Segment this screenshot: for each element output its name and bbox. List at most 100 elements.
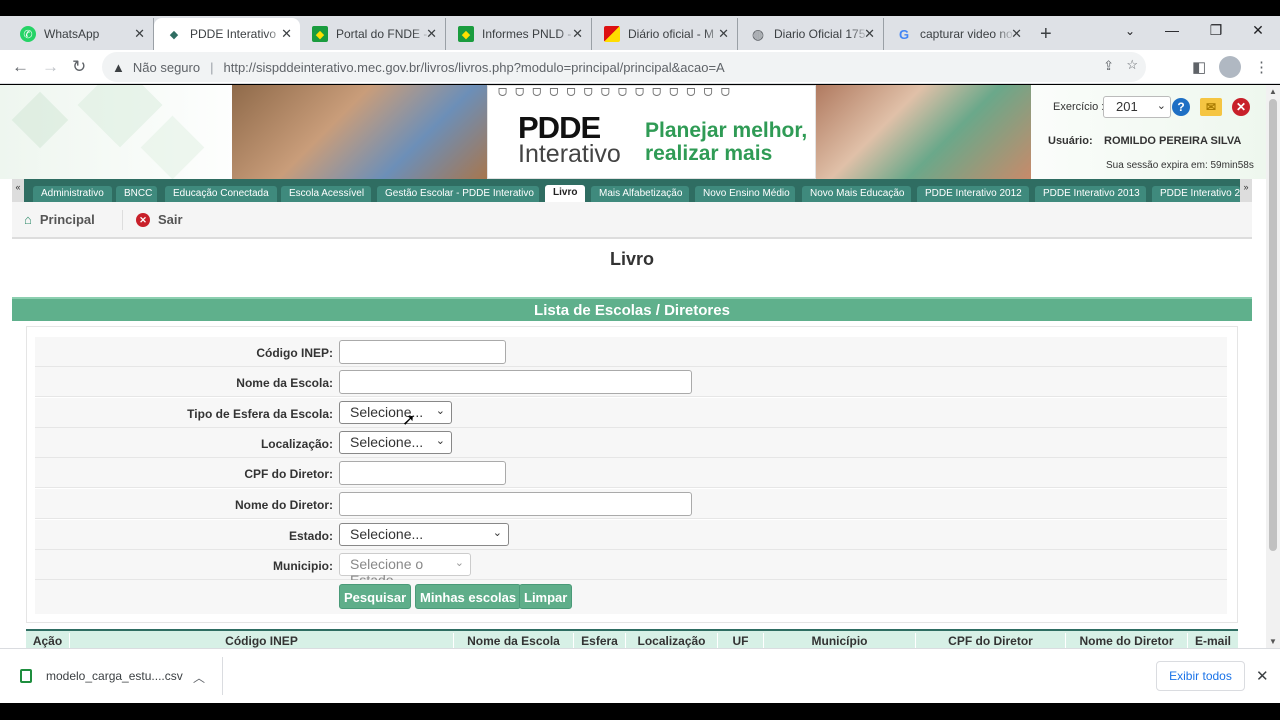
pesquisar-button[interactable]: Pesquisar: [339, 584, 412, 609]
menu-item-educacao-conectada[interactable]: Educação Conectada: [165, 186, 277, 202]
window-close-icon[interactable]: ✕: [1236, 22, 1280, 39]
exercicio-label: Exercício :: [1053, 101, 1105, 113]
column-header[interactable]: Esfera: [574, 633, 626, 648]
brazil-flag-icon: ◆: [312, 26, 328, 42]
principal-button[interactable]: ⌂ Principal: [24, 212, 95, 227]
column-header[interactable]: E-mail: [1188, 633, 1238, 648]
tab-google-search[interactable]: G capturar video no ✕: [884, 18, 1030, 50]
help-icon[interactable]: ?: [1172, 98, 1190, 116]
warning-icon[interactable]: ▲: [112, 60, 125, 75]
column-header[interactable]: UF: [718, 633, 764, 648]
mail-icon[interactable]: ✉: [1200, 98, 1222, 116]
restore-icon[interactable]: ❐: [1194, 22, 1238, 39]
form-row-localizacao: Localização: Selecione... ⌄: [35, 428, 1227, 458]
menu-item-bncc[interactable]: BNCC: [116, 186, 157, 202]
url-text[interactable]: http://sispddeinterativo.mec.gov.br/livr…: [223, 60, 724, 75]
url-field[interactable]: ▲ Não seguro | http://sispddeinterativo.…: [102, 52, 1146, 82]
bookmark-star-icon[interactable]: ☆: [1126, 57, 1138, 73]
tipo-esfera-label: Tipo de Esfera da Escola:: [187, 407, 333, 421]
forward-icon[interactable]: →: [42, 57, 59, 77]
address-bar-row: ← → ↻ ▲ Não seguro | http://sispddeinter…: [0, 50, 1280, 84]
menu-item-pdde-2[interactable]: PDDE Interativo 2: [1152, 186, 1240, 202]
tab-portal-fnde[interactable]: ◆ Portal do FNDE - ✕: [300, 18, 446, 50]
sair-button[interactable]: ✕ Sair: [136, 212, 183, 227]
scrollbar-thumb[interactable]: [1269, 99, 1277, 551]
close-tab-icon[interactable]: ✕: [281, 26, 292, 42]
usuario-label: Usuário:: [1048, 135, 1093, 147]
new-tab-icon[interactable]: +: [1040, 23, 1052, 46]
divider: |: [210, 59, 214, 75]
tab-diario-oficial[interactable]: Diário oficial - M ✕: [592, 18, 738, 50]
menu-item-pdde-2012[interactable]: PDDE Interativo 2012: [917, 186, 1029, 202]
localizacao-select[interactable]: Selecione... ⌄: [339, 431, 452, 454]
close-tab-icon[interactable]: ✕: [718, 26, 729, 42]
menu-scroll-left-icon[interactable]: «: [12, 179, 24, 202]
exercicio-select[interactable]: 201 ⌄: [1103, 96, 1171, 118]
brazil-flag-icon: ◆: [458, 26, 474, 42]
security-label[interactable]: Não seguro: [133, 60, 200, 75]
menu-item-administrativo[interactable]: Administrativo: [33, 186, 112, 202]
menu-item-pdde-2013[interactable]: PDDE Interativo 2013: [1035, 186, 1146, 202]
codigo-inep-label: Código INEP:: [256, 346, 333, 360]
download-item[interactable]: modelo_carga_estu....csv: [20, 669, 183, 683]
share-icon[interactable]: ⇪: [1103, 58, 1114, 74]
close-tab-icon[interactable]: ✕: [1011, 26, 1022, 42]
menu-item-gestao-escolar[interactable]: Gestão Escolar - PDDE Interativo: [377, 186, 539, 202]
scroll-up-icon[interactable]: ▲: [1269, 87, 1277, 96]
page-scrollbar[interactable]: ▲ ▼: [1266, 85, 1280, 648]
minimize-icon[interactable]: —: [1150, 22, 1194, 38]
sair-label: Sair: [158, 212, 183, 227]
limpar-button[interactable]: Limpar: [519, 584, 573, 609]
decor-shape: [11, 91, 69, 149]
tab-informes-pnld[interactable]: ◆ Informes PNLD - ✕: [446, 18, 592, 50]
nome-diretor-input[interactable]: [339, 492, 692, 516]
menu-item-mais-alfabetizacao[interactable]: Mais Alfabetização: [591, 186, 689, 202]
scroll-down-icon[interactable]: ▼: [1269, 637, 1277, 646]
form-row-tipo-esfera: Tipo de Esfera da Escola: Selecione... ⌄: [35, 398, 1227, 428]
close-tab-icon[interactable]: ✕: [572, 26, 583, 42]
chevron-down-icon: ⌄: [1156, 100, 1166, 112]
nome-escola-input[interactable]: [339, 370, 692, 394]
column-header[interactable]: CPF do Diretor: [916, 633, 1066, 648]
estado-select[interactable]: Selecione... ⌄: [339, 523, 509, 546]
tab-whatsapp[interactable]: ✆ WhatsApp ✕: [8, 18, 154, 50]
municipio-select[interactable]: Selecione o Estado⌄: [339, 553, 471, 588]
back-icon[interactable]: ←: [12, 57, 29, 77]
chevron-down-icon: ⌄: [454, 557, 464, 569]
close-shelf-icon[interactable]: ✕: [1256, 667, 1269, 685]
tipo-esfera-select[interactable]: Selecione... ⌄: [339, 401, 452, 424]
menu-scroll-right-icon[interactable]: »: [1240, 179, 1252, 202]
codigo-inep-input[interactable]: [339, 340, 506, 364]
menu-item-novo-ensino-medio[interactable]: Novo Ensino Médio: [695, 186, 795, 202]
column-header[interactable]: Município: [764, 633, 916, 648]
chevron-up-icon[interactable]: ︿: [193, 669, 205, 686]
chevron-down-icon: ⌄: [435, 405, 445, 417]
logo-subtext: Interativo: [518, 140, 621, 168]
tab-search-chevron-icon[interactable]: ⌄: [1108, 24, 1152, 38]
more-menu-icon[interactable]: ⋮: [1254, 58, 1269, 76]
close-session-icon[interactable]: ✕: [1232, 98, 1250, 116]
cpf-diretor-input[interactable]: [339, 461, 506, 485]
search-form: Código INEP: Nome da Escola: Tipo de Esf…: [26, 326, 1238, 623]
tab-diario-oficial-175[interactable]: ◍ Diario Oficial 175 ✕: [738, 18, 884, 50]
side-panel-icon[interactable]: ◧: [1192, 58, 1206, 76]
column-header[interactable]: Localização: [626, 633, 718, 648]
form-row-actions: Pesquisar Minhas escolas Limpar: [35, 580, 1227, 614]
show-all-button[interactable]: Exibir todos: [1156, 661, 1245, 691]
form-row-municipio: Municipio: Selecione o Estado⌄: [35, 550, 1227, 588]
minhas-escolas-button[interactable]: Minhas escolas: [415, 584, 522, 609]
menu-item-livro[interactable]: Livro: [545, 185, 585, 202]
column-header: Ação: [26, 633, 70, 648]
close-tab-icon[interactable]: ✕: [426, 26, 437, 42]
menu-item-escola-acessivel[interactable]: Escola Acessível: [281, 186, 371, 202]
column-header[interactable]: Nome da Escola: [454, 633, 574, 648]
close-tab-icon[interactable]: ✕: [134, 26, 145, 42]
column-header[interactable]: Código INEP: [70, 633, 454, 648]
close-tab-icon[interactable]: ✕: [864, 26, 875, 42]
menu-item-novo-mais-educacao[interactable]: Novo Mais Educação: [802, 186, 911, 202]
tab-pdde-interativo[interactable]: ◆ PDDE Interativo ✕: [154, 18, 300, 50]
reload-icon[interactable]: ↻: [72, 57, 86, 77]
avatar[interactable]: [1219, 56, 1241, 78]
column-header[interactable]: Nome do Diretor: [1066, 633, 1188, 648]
nome-diretor-label: Nome do Diretor:: [234, 498, 333, 512]
